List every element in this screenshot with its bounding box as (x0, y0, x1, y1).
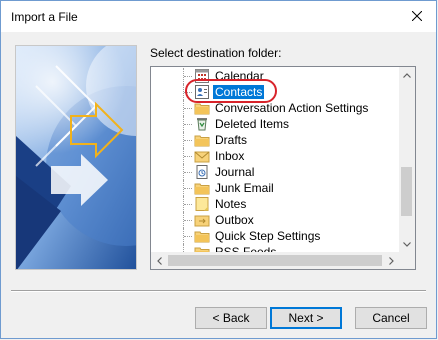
folder-label: Drafts (215, 133, 248, 147)
folder-item-outbox[interactable]: Outbox (151, 212, 400, 228)
folder-label: Conversation Action Settings (215, 101, 369, 115)
back-button[interactable]: < Back (195, 307, 267, 329)
scroll-left-button[interactable] (151, 252, 167, 269)
tree-line (184, 188, 192, 189)
chevron-down-icon (403, 241, 411, 247)
tree-line (184, 108, 192, 109)
destination-prompt: Select destination folder: (150, 46, 282, 60)
next-button[interactable]: Next > (270, 307, 342, 329)
folder-item-contacts[interactable]: Contacts (151, 79, 400, 103)
tree-line (184, 140, 192, 141)
notes-icon (194, 197, 210, 211)
tree-line (184, 156, 192, 157)
cancel-button[interactable]: Cancel (355, 307, 427, 329)
tree-line (184, 220, 192, 221)
vertical-scroll-thumb[interactable] (401, 167, 412, 216)
tree-line (184, 124, 192, 125)
folder-label: Calendar (215, 69, 264, 83)
folder-label: Outbox (215, 213, 254, 227)
dialog-title: Import a File (11, 10, 78, 24)
folder-label: Inbox (215, 149, 245, 163)
horizontal-scrollbar[interactable] (151, 252, 399, 269)
folder-item-quick-step-settings[interactable]: Quick Step Settings (151, 228, 400, 244)
folder-label-selected: Contacts (213, 85, 265, 99)
folder-label: Quick Step Settings (215, 229, 321, 243)
button-separator (11, 290, 426, 292)
folder-icon (194, 101, 210, 115)
inbox-icon (194, 149, 210, 163)
scrollbar-corner (399, 252, 415, 269)
calendar-icon (194, 69, 210, 83)
folder-icon (194, 229, 210, 243)
import-wizard-arrows-graphic (16, 46, 136, 269)
recycle-bin-icon (194, 117, 210, 131)
import-file-dialog: Import a File Select destination folder:… (0, 0, 437, 339)
folder-item-inbox[interactable]: Inbox (151, 148, 400, 164)
wizard-banner-graphic (15, 45, 137, 270)
folder-item-conversation-action-settings[interactable]: Conversation Action Settings (151, 100, 400, 116)
folder-label: Deleted Items (215, 117, 290, 131)
folder-item-drafts[interactable]: Drafts (151, 132, 400, 148)
horizontal-scroll-thumb[interactable] (168, 255, 382, 266)
tree-line (184, 92, 192, 93)
folder-item-deleted-items[interactable]: Deleted Items (151, 116, 400, 132)
folder-item-notes[interactable]: Notes (151, 196, 400, 212)
folder-item-junk-email[interactable]: Junk Email (151, 180, 400, 196)
chevron-up-icon (403, 72, 411, 78)
vertical-scrollbar[interactable] (399, 67, 415, 252)
scroll-up-button[interactable] (399, 67, 415, 83)
folder-label: Junk Email (215, 181, 274, 195)
journal-icon (194, 165, 210, 179)
tree-line (184, 172, 192, 173)
folder-tree[interactable]: Calendar Contacts Conversation Action Se… (150, 66, 416, 270)
outbox-icon (194, 213, 210, 227)
folder-label: Journal (215, 165, 255, 179)
title-bar: Import a File (1, 1, 436, 32)
contacts-icon (194, 85, 210, 99)
chevron-right-icon (388, 256, 394, 265)
chevron-left-icon (156, 256, 162, 265)
folder-item-journal[interactable]: Journal (151, 164, 400, 180)
scroll-down-button[interactable] (399, 236, 415, 252)
folder-icon (194, 181, 210, 195)
tree-line (184, 204, 192, 205)
tree-line (184, 236, 192, 237)
folder-icon (194, 133, 210, 147)
folder-item-calendar[interactable]: Calendar (151, 68, 400, 84)
folder-label: Notes (215, 197, 247, 211)
close-icon (412, 11, 422, 21)
scroll-right-button[interactable] (383, 252, 399, 269)
tree-line (184, 76, 192, 77)
close-button[interactable] (404, 6, 430, 26)
